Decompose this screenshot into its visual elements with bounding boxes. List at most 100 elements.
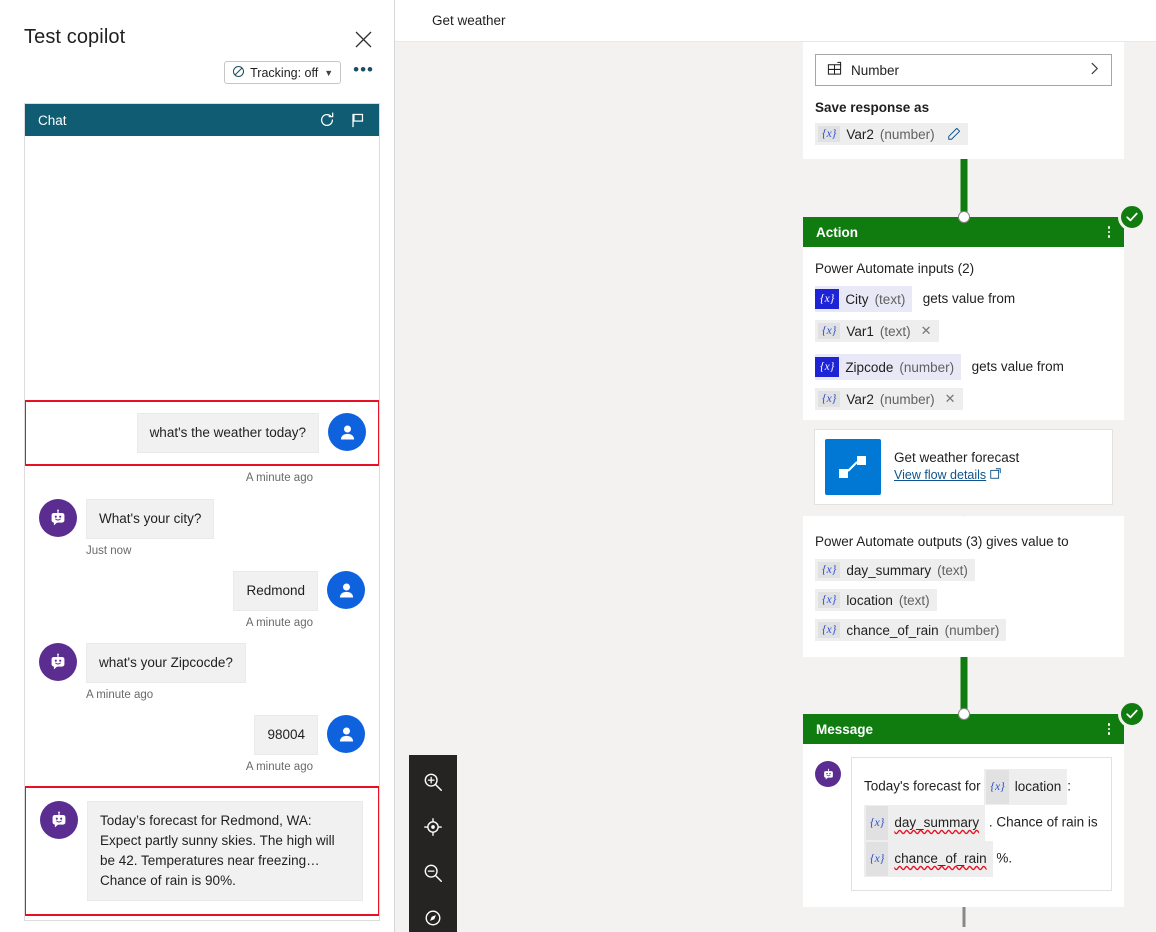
connector-dot[interactable] — [957, 211, 970, 223]
flow-name: Get weather forecast — [894, 450, 1020, 465]
variable-icon: {x} — [986, 770, 1009, 804]
flow-card[interactable]: Get weather forecast View flow details — [814, 429, 1113, 505]
chat-frame: Chat what's the weather today? A minute … — [24, 103, 380, 921]
message-text-colon: : — [1067, 778, 1072, 794]
highlight-box-first-user-message: what's the weather today? — [25, 400, 379, 466]
variable-name: Var2 — [846, 126, 874, 142]
zoom-out-icon[interactable] — [417, 859, 449, 887]
variable-icon: {x} — [818, 323, 841, 339]
view-flow-details-link[interactable]: View flow details — [894, 468, 1001, 482]
node-column: Number Save response as {x} Var2 (number… — [803, 42, 1146, 927]
variable-type: (number) — [879, 126, 935, 142]
message-timestamp: Just now — [86, 545, 132, 557]
tracking-toggle-button[interactable]: Tracking: off ▼ — [224, 61, 342, 84]
entity-icon — [827, 61, 842, 79]
power-automate-inputs-label: Power Automate inputs (2) — [815, 261, 975, 276]
variable-name: location — [1014, 779, 1062, 794]
avatar-user — [327, 715, 365, 753]
close-small-icon[interactable]: ✕ — [945, 391, 956, 407]
variable-name: chance_of_rain — [894, 851, 987, 866]
message-bubble: 98004 — [254, 715, 318, 755]
zoom-toolbar — [409, 755, 457, 932]
power-automate-outputs-label: Power Automate outputs (3) gives value t… — [815, 534, 1069, 549]
highlight-box-forecast-message: Today’s forecast for Redmond, WA: Expect… — [25, 786, 379, 916]
input-value-chip-var2[interactable]: {x} Var2 (number) ✕ — [815, 388, 963, 410]
variable-icon: {x} — [818, 126, 841, 142]
connector-dot[interactable] — [957, 708, 970, 720]
variable-chip-var2[interactable]: {x} Var2 (number) — [815, 123, 968, 145]
output-chip-location[interactable]: {x} location (text) — [815, 589, 937, 611]
message-variable-day-summary[interactable]: {x} day_summary — [864, 805, 986, 841]
chat-message-list[interactable]: what's the weather today? A minute ago W… — [25, 136, 379, 920]
bot-avatar-icon — [815, 761, 841, 787]
tracking-label: Tracking: off — [250, 65, 319, 80]
message-node-title: Message — [816, 721, 874, 737]
message-bubble: What's your city? — [86, 499, 215, 539]
variable-icon: {x} — [818, 562, 841, 578]
output-chip-day-summary[interactable]: {x} day_summary (text) — [815, 559, 975, 581]
input-value-type: (text) — [879, 323, 911, 339]
reset-view-icon[interactable] — [417, 905, 449, 932]
app-root: Test copilot Tracking: off ▼ ••• Chat wh… — [0, 0, 1156, 932]
output-type: (number) — [944, 622, 1000, 638]
check-circle-icon — [1118, 700, 1146, 728]
more-vertical-icon[interactable] — [1103, 721, 1116, 737]
output-chip-chance-of-rain[interactable]: {x} chance_of_rain (number) — [815, 619, 1007, 641]
chat-header: Chat — [25, 104, 379, 136]
variable-icon: {x} — [815, 289, 840, 309]
message-node[interactable]: Message Today's forecast for {x} locatio… — [803, 700, 1146, 907]
test-copilot-panel: Test copilot Tracking: off ▼ ••• Chat wh… — [0, 0, 395, 932]
pencil-icon[interactable] — [947, 127, 961, 141]
avatar-bot — [40, 801, 78, 839]
chat-message-user: 98004 — [25, 715, 379, 755]
gets-value-from-label: gets value from — [922, 291, 1016, 307]
chat-message-user: what's the weather today? — [26, 402, 378, 464]
input-param-chip-zipcode[interactable]: {x} Zipcode (number) — [815, 354, 962, 380]
test-copilot-toolbar: Tracking: off ▼ ••• — [0, 52, 394, 84]
chat-message-bot: What's your city? — [25, 499, 379, 539]
view-flow-details-label: View flow details — [894, 468, 987, 482]
test-copilot-header: Test copilot — [0, 0, 394, 52]
input-param-type: (number) — [899, 359, 955, 375]
message-text-prefix: Today's forecast for — [864, 778, 981, 794]
zoom-in-icon[interactable] — [417, 768, 449, 796]
fit-to-view-icon[interactable] — [417, 814, 449, 842]
message-bubble: what's your Zipcocde? — [86, 643, 246, 683]
chevron-right-icon[interactable] — [1088, 62, 1101, 78]
topic-title: Get weather — [432, 13, 506, 28]
avatar-bot — [39, 499, 77, 537]
close-small-icon[interactable]: ✕ — [921, 323, 932, 339]
message-timestamp: A minute ago — [25, 916, 379, 920]
avatar-user — [327, 571, 365, 609]
input-param-name: City — [845, 291, 869, 307]
message-node-body: Today's forecast for {x} location : {x} … — [803, 744, 1124, 907]
more-vertical-icon[interactable] — [1103, 224, 1116, 240]
input-param-chip-city[interactable]: {x} City (text) — [815, 286, 913, 312]
input-value-name: Var2 — [846, 391, 874, 407]
avatar-bot — [39, 643, 77, 681]
message-text-editor[interactable]: Today's forecast for {x} location : {x} … — [851, 757, 1112, 891]
refresh-icon[interactable] — [318, 111, 336, 129]
input-value-chip-var1[interactable]: {x} Var1 (text) ✕ — [815, 320, 939, 342]
connector-line — [960, 657, 967, 714]
message-variable-chance-of-rain[interactable]: {x} chance_of_rain — [864, 841, 993, 877]
identify-entity-select[interactable]: Number — [815, 54, 1112, 86]
connector-line — [960, 159, 967, 217]
canvas-header: Get weather — [395, 0, 1156, 42]
page-title: Test copilot — [24, 26, 126, 48]
flag-icon[interactable] — [350, 112, 367, 129]
variable-icon: {x} — [818, 622, 841, 638]
canvas-area[interactable]: Number Save response as {x} Var2 (number… — [395, 42, 1156, 932]
question-node[interactable]: Number Save response as {x} Var2 (number… — [803, 42, 1124, 159]
output-type: (text) — [937, 562, 968, 578]
overflow-menu-button[interactable]: ••• — [353, 61, 374, 81]
action-node[interactable]: Action Power Automate inputs (2) {x} Cit… — [803, 203, 1146, 657]
gets-value-from-label: gets value from — [971, 359, 1064, 375]
message-variable-location[interactable]: {x} location — [984, 769, 1068, 805]
output-name: day_summary — [846, 562, 932, 578]
variable-icon: {x} — [866, 842, 889, 876]
variable-icon: {x} — [818, 592, 841, 608]
message-timestamp: A minute ago — [245, 472, 313, 484]
authoring-canvas: Get weather Number Save response as {x} … — [395, 0, 1156, 932]
close-icon[interactable] — [350, 26, 376, 52]
